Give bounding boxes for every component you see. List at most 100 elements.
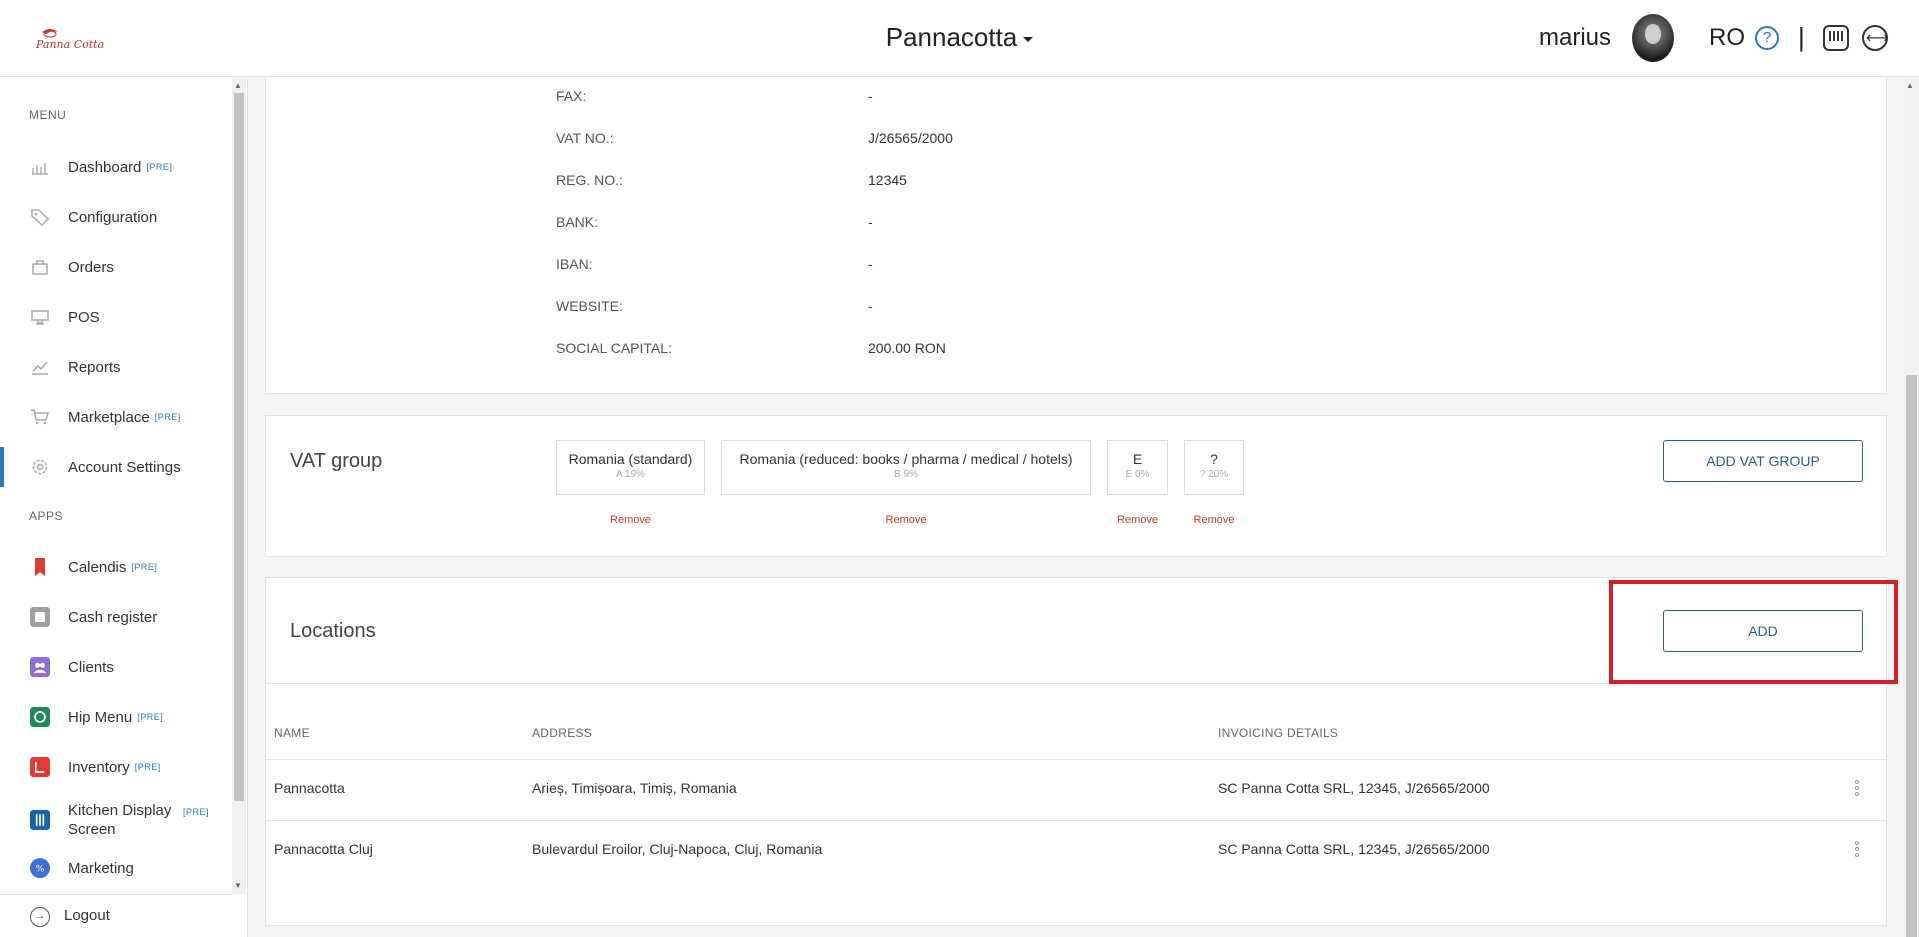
pos-icon	[31, 310, 49, 325]
sidebar-scroll-thumb[interactable]	[234, 93, 244, 801]
sidebar-item-orders[interactable]: Orders	[0, 247, 232, 287]
add-vat-group-button[interactable]: ADD VAT GROUP	[1663, 440, 1863, 482]
sidebar-item-label: Reports	[68, 358, 121, 376]
cart-icon	[31, 409, 49, 425]
sidebar-item-label: Kitchen Display Screen	[68, 802, 172, 838]
sidebar-item-label: POS	[68, 308, 100, 326]
logout-label: Logout	[64, 907, 110, 924]
table-row[interactable]: Pannacotta Cluj Bulevardul Eroilor, Cluj…	[266, 820, 1886, 881]
sidebar-item-label: Marketplace	[68, 408, 150, 426]
sidebar-item-label: Calendis	[68, 558, 127, 576]
main-scroll-thumb[interactable]	[1906, 375, 1917, 937]
logout-button[interactable]: → Logout	[0, 894, 232, 937]
social-capital-value: 200.00 RON	[868, 340, 946, 356]
svg-text:%: %	[36, 863, 45, 874]
sidebar-item-label: Configuration	[68, 208, 158, 226]
menu-section-label: MENU	[29, 108, 67, 122]
sidebar-item-calendis[interactable]: Calendis [PRE]	[0, 547, 232, 587]
vat-group-rate: ? 20%	[1199, 469, 1229, 480]
locations-title: Locations	[290, 620, 376, 642]
marketing-icon: %	[30, 858, 50, 878]
gear-icon	[32, 459, 48, 475]
location-name: Pannacotta	[274, 780, 345, 796]
column-header-name: NAME	[274, 726, 310, 740]
highlight-annotation	[1609, 580, 1898, 684]
sidebar-item-marketplace[interactable]: Marketplace [PRE]	[0, 397, 232, 437]
reg-no-label: REG. NO.:	[556, 172, 623, 188]
vat-group-chip: Romania (reduced: books / pharma / medic…	[721, 440, 1091, 495]
sidebar-item-hip-menu[interactable]: Hip Menu [PRE]	[0, 697, 232, 737]
scroll-down-icon[interactable]: ▼	[234, 881, 242, 890]
remove-vat-group-link[interactable]: Remove	[1184, 514, 1244, 526]
location-name: Pannacotta Cluj	[274, 841, 373, 857]
cash-register-icon	[30, 607, 50, 627]
pre-badge: [PRE]	[131, 561, 158, 572]
main-scroll-up-icon[interactable]: ▲	[1906, 81, 1914, 90]
column-header-address: ADDRESS	[532, 726, 593, 740]
vat-group-name: E	[1132, 451, 1143, 467]
logout-icon: →	[30, 907, 50, 927]
pre-badge: [PRE]	[134, 761, 161, 772]
more-options-icon[interactable]	[1855, 841, 1859, 857]
vat-group-name: Romania (standard)	[568, 451, 693, 467]
remove-vat-group-link[interactable]: Remove	[721, 514, 1091, 526]
barcode-icon[interactable]	[1823, 25, 1849, 51]
sidebar-item-inventory[interactable]: Inventory [PRE]	[0, 747, 232, 787]
iban-value: -	[868, 256, 873, 272]
reg-no-value: 12345	[868, 172, 907, 188]
fax-label: FAX:	[556, 88, 587, 104]
location-invoicing: SC Panna Cotta SRL, 12345, J/26565/2000	[1218, 841, 1490, 857]
scroll-up-icon[interactable]: ▲	[234, 81, 242, 90]
language-selector[interactable]: RO	[1709, 24, 1745, 52]
sidebar-item-cash-register[interactable]: Cash register	[0, 597, 232, 637]
vat-group-chip: ? ? 20%	[1184, 440, 1244, 495]
remove-vat-group-link[interactable]: Remove	[1107, 514, 1168, 526]
bank-value: -	[868, 214, 873, 230]
sidebar-item-label: Orders	[68, 258, 114, 276]
user-name[interactable]: marius	[1539, 24, 1611, 52]
pre-badge: [PRE]	[137, 711, 164, 722]
dashboard-icon	[32, 163, 48, 175]
sidebar-item-label: Account Settings	[68, 458, 181, 476]
sidebar-item-label: Hip Menu	[68, 708, 133, 726]
website-value: -	[868, 298, 873, 314]
orders-icon	[32, 260, 48, 275]
pre-badge: [PRE]	[154, 411, 181, 422]
sidebar-item-clients[interactable]: Clients	[0, 647, 232, 687]
vat-group-card: VAT group Romania (standard) A 19% Remov…	[265, 415, 1887, 557]
sidebar-item-pos[interactable]: POS	[0, 297, 232, 337]
vat-no-label: VAT NO.:	[556, 130, 614, 146]
sidebar-item-label: Marketing	[68, 859, 134, 877]
avatar[interactable]	[1632, 14, 1674, 62]
column-header-invoicing: INVOICING DETAILS	[1218, 726, 1339, 740]
sidebar-item-marketing[interactable]: % Marketing	[0, 848, 232, 888]
help-icon[interactable]: ?	[1755, 26, 1779, 50]
sidebar-item-configuration[interactable]: Configuration	[0, 197, 232, 237]
sidebar-item-label: Cash register	[68, 608, 158, 626]
apps-section-label: APPS	[29, 509, 64, 523]
sidebar-item-account-settings[interactable]: Account Settings	[0, 447, 232, 487]
sidebar-item-reports[interactable]: Reports	[0, 347, 232, 387]
location-address: Bulevardul Eroilor, Cluj-Napoca, Cluj, R…	[532, 841, 823, 857]
inventory-icon	[30, 757, 50, 777]
kitchen-display-icon	[30, 810, 50, 830]
location-address: Arieș, Timișoara, Timiș, Romania	[532, 780, 737, 796]
more-options-icon[interactable]	[1855, 780, 1859, 796]
sidebar-item-dashboard[interactable]: Dashboard [PRE]	[0, 147, 232, 187]
remove-vat-group-link[interactable]: Remove	[556, 514, 705, 526]
bank-label: BANK:	[556, 214, 599, 230]
reports-icon	[32, 361, 48, 375]
table-row[interactable]: Pannacotta Arieș, Timișoara, Timiș, Roma…	[266, 759, 1886, 820]
pre-badge: [PRE]	[183, 807, 210, 817]
switch-icon[interactable]	[1862, 25, 1889, 51]
vat-group-rate: E 0%	[1125, 469, 1150, 480]
sidebar-item-kitchen-display[interactable]: Kitchen Display Screen [PRE]	[0, 797, 232, 843]
calendis-icon	[35, 558, 45, 576]
top-bar: Panna Cotta Pannacotta marius RO ? |	[0, 0, 1919, 77]
hip-menu-icon	[30, 707, 50, 727]
vat-group-rate: A 19%	[616, 469, 645, 480]
social-capital-label: SOCIAL CAPITAL:	[556, 340, 672, 356]
company-info-card: FAX: - VAT NO.: J/26565/2000 REG. NO.: 1…	[265, 77, 1887, 394]
sidebar: ▲ ▼ MENU Dashboard [PRE] Configuration Or…	[0, 77, 248, 937]
vat-group-title: VAT group	[290, 450, 383, 472]
